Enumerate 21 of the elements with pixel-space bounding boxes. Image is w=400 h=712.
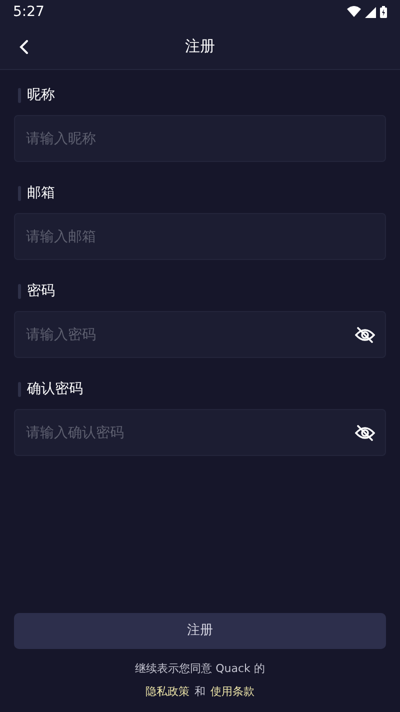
battery-icon [380,6,387,18]
field-label: 确认密码 [27,380,83,399]
back-icon [19,38,29,54]
wifi-icon [347,6,361,18]
eye-slash-icon[interactable] [355,424,375,440]
page-title: 注册 [185,36,215,58]
input-field[interactable]: 请输入昵称 [14,115,386,162]
privacy-policy-link[interactable]: 隐私政策 [146,684,190,700]
field-label: 昵称 [27,86,55,105]
terms-of-use-link[interactable]: 使用条款 [210,684,254,700]
input-field[interactable]: 请输入邮箱 [14,213,386,260]
field-label: 密码 [27,282,55,301]
terms-notice: 继续表示您同意 Quack 的 [135,661,265,677]
signal-icon [365,6,376,18]
field-label: 邮箱 [27,184,55,203]
eye-slash-icon[interactable] [355,326,375,342]
status-time: 5:27 [13,2,44,22]
conjunction-text: 和 [194,684,206,700]
input-field[interactable]: 请输入确认密码 [14,409,386,456]
input-field[interactable]: 请输入密码 [14,311,386,358]
register-button[interactable]: 注册 [14,613,386,649]
